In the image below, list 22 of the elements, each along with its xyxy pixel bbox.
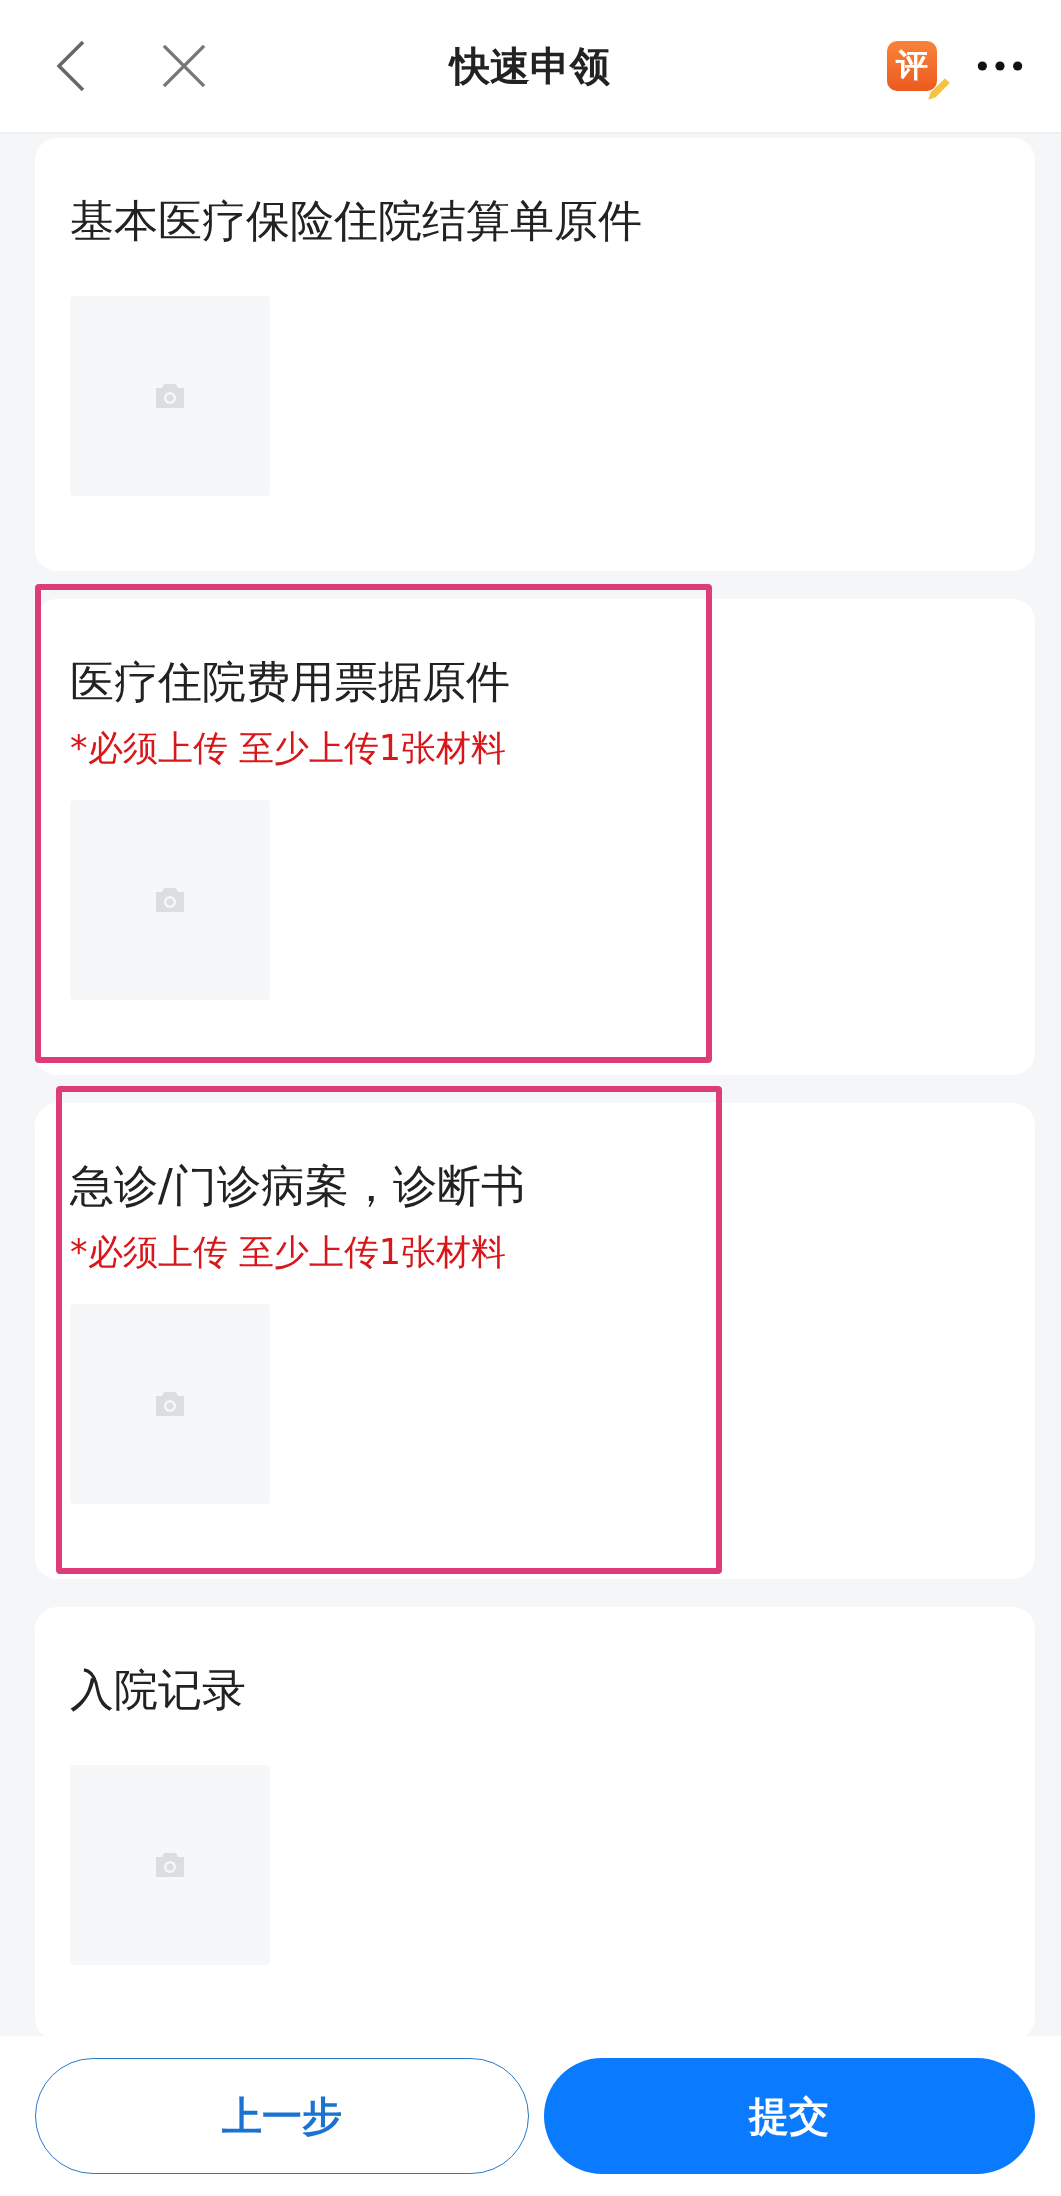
more-icon[interactable] bbox=[977, 60, 1023, 72]
pencil-icon bbox=[927, 77, 951, 101]
upload-tile[interactable] bbox=[70, 296, 270, 496]
upload-tile[interactable] bbox=[70, 1765, 270, 1965]
material-title: 急诊/门诊病案，诊断书 bbox=[70, 1159, 525, 1213]
camera-icon bbox=[154, 1390, 186, 1418]
requirement-note: *必须上传 至少上传1张材料 bbox=[70, 1231, 506, 1274]
upload-tile[interactable] bbox=[70, 800, 270, 1000]
material-title: 医疗住院费用票据原件 bbox=[70, 655, 510, 709]
submit-button[interactable]: 提交 bbox=[543, 2058, 1035, 2174]
camera-icon bbox=[154, 1851, 186, 1879]
material-title: 入院记录 bbox=[70, 1663, 246, 1717]
previous-button[interactable]: 上一步 bbox=[35, 2058, 529, 2174]
material-title: 基本医疗保险住院结算单原件 bbox=[70, 194, 642, 248]
rate-button[interactable]: 评 bbox=[887, 41, 937, 91]
back-icon[interactable] bbox=[56, 40, 86, 92]
close-icon[interactable] bbox=[162, 44, 206, 88]
camera-icon bbox=[154, 886, 186, 914]
requirement-note: *必须上传 至少上传1张材料 bbox=[70, 727, 506, 770]
upload-tile[interactable] bbox=[70, 1304, 270, 1504]
page-title: 快速申领 bbox=[447, 41, 611, 91]
camera-icon bbox=[154, 382, 186, 410]
